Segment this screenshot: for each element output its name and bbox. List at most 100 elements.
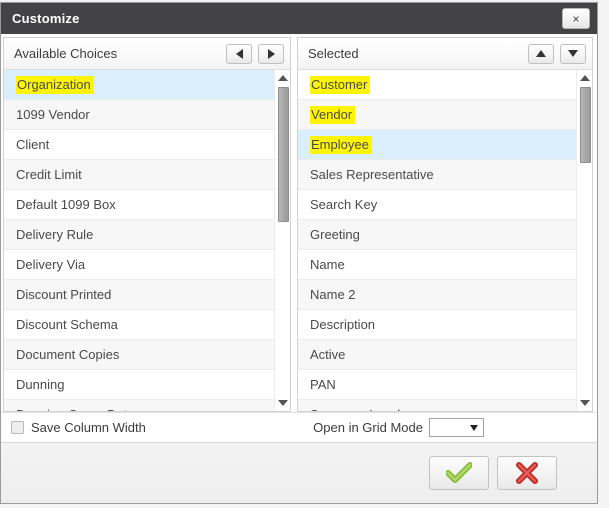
available-choice-row[interactable]: Client <box>4 130 274 160</box>
available-choice-row-label: Client <box>16 137 50 152</box>
dialog-title: Customize <box>12 11 80 26</box>
available-choice-row-label: Organization <box>16 76 94 94</box>
selected-field-row[interactable]: Vendor <box>298 100 576 130</box>
selected-field-row-label: Name <box>310 257 345 272</box>
available-choice-row[interactable]: Delivery Via <box>4 250 274 280</box>
chevron-down-icon <box>470 424 478 431</box>
selected-field-row[interactable]: Greeting <box>298 220 576 250</box>
available-scrollbar-thumb[interactable] <box>278 87 289 222</box>
selected-field-row[interactable]: Employee <box>298 130 576 160</box>
selected-field-row-label: Employee <box>310 136 372 154</box>
arrow-down-icon[interactable] <box>560 43 586 64</box>
triangle-left <box>235 48 243 59</box>
available-choice-row[interactable]: Dunning <box>4 370 274 400</box>
available-choice-row[interactable]: Discount Schema <box>4 310 274 340</box>
available-choices-list[interactable]: Organization 1099 Vendor Client Credit Limi… <box>4 70 274 411</box>
scroll-up-icon[interactable] <box>275 70 290 86</box>
triangle-down <box>580 400 590 406</box>
grid-mode-group: Open in Grid Mode <box>313 418 591 437</box>
selected-field-row-label: Sales Representative <box>310 167 434 182</box>
selected-field-row-label: PAN <box>310 377 336 392</box>
available-choice-row[interactable]: Document Copies <box>4 340 274 370</box>
available-choice-row-label: Dunning Grace Date <box>16 407 135 411</box>
triangle-up <box>278 75 288 81</box>
scroll-down-icon[interactable] <box>275 395 290 411</box>
selected-field-row-label: Name 2 <box>310 287 356 302</box>
selected-field-row-label: Greeting <box>310 227 360 242</box>
selected-title: Selected <box>308 46 359 61</box>
selected-list-wrap: Customer Vendor Employee Sales Representati… <box>298 70 592 411</box>
available-choice-row-label: Discount Schema <box>16 317 118 332</box>
triangle-up <box>536 50 546 57</box>
selected-panel: Selected Customer Vendor Employee Sales Rep… <box>297 37 593 412</box>
selected-move-buttons <box>528 43 586 64</box>
save-column-width-checkbox[interactable]: Save Column Width <box>11 420 146 435</box>
available-choices-header: Available Choices <box>4 38 290 70</box>
background-right-gutter <box>597 0 609 508</box>
arrow-up-icon[interactable] <box>528 43 554 64</box>
available-scrollbar[interactable] <box>274 70 290 411</box>
selected-field-row[interactable]: Summary Level <box>298 400 576 411</box>
available-choice-row[interactable]: Discount Printed <box>4 280 274 310</box>
available-choice-row-label: Document Copies <box>16 347 120 362</box>
available-choices-panel: Available Choices Organization 1099 Vendo… <box>3 37 291 412</box>
triangle-down <box>278 400 288 406</box>
check-icon <box>446 462 472 483</box>
arrow-right-icon[interactable] <box>258 43 284 64</box>
scroll-up-icon[interactable] <box>577 70 592 86</box>
available-choice-row[interactable]: Default 1099 Box <box>4 190 274 220</box>
selected-field-row-label: Search Key <box>310 197 378 212</box>
selected-field-row[interactable]: Search Key <box>298 190 576 220</box>
available-choice-row-label: Dunning <box>16 377 65 392</box>
available-choice-row[interactable]: Dunning Grace Date <box>4 400 274 411</box>
selected-field-row[interactable]: Name 2 <box>298 280 576 310</box>
available-choice-row-label: Default 1099 Box <box>16 197 116 212</box>
selected-scrollbar[interactable] <box>576 70 592 411</box>
grid-mode-select[interactable] <box>429 418 484 437</box>
dialog-body: Available Choices Organization 1099 Vendo… <box>1 34 597 412</box>
available-choice-row[interactable]: Organization <box>4 70 274 100</box>
checkbox-box[interactable] <box>11 421 24 434</box>
selected-field-row-label: Summary Level <box>310 407 400 411</box>
available-choice-row-label: Discount Printed <box>16 287 112 302</box>
selected-field-row-label: Vendor <box>310 106 356 124</box>
selected-field-row[interactable]: PAN <box>298 370 576 400</box>
selected-field-row-label: Active <box>310 347 346 362</box>
close-icon[interactable]: × <box>562 8 590 29</box>
selected-field-row-label: Customer <box>310 76 371 94</box>
selected-field-row-label: Description <box>310 317 376 332</box>
ok-button[interactable] <box>429 456 489 490</box>
selected-header: Selected <box>298 38 592 70</box>
options-bar: Save Column Width Open in Grid Mode <box>1 412 597 442</box>
selected-field-row[interactable]: Customer <box>298 70 576 100</box>
customize-dialog: Customize × Available Choices Organizati… <box>0 2 598 504</box>
triangle-up <box>580 75 590 81</box>
triangle-down <box>568 50 578 57</box>
available-choices-title: Available Choices <box>14 46 118 61</box>
arrow-left-icon[interactable] <box>226 43 252 64</box>
available-move-buttons <box>226 43 284 64</box>
dialog-footer <box>1 442 597 503</box>
grid-mode-label: Open in Grid Mode <box>313 420 423 435</box>
selected-field-row[interactable]: Active <box>298 340 576 370</box>
triangle-right <box>267 48 275 59</box>
available-choices-list-wrap: Organization 1099 Vendor Client Credit Limi… <box>4 70 290 411</box>
selected-field-row[interactable]: Sales Representative <box>298 160 576 190</box>
selected-list[interactable]: Customer Vendor Employee Sales Representati… <box>298 70 576 411</box>
save-column-width-label: Save Column Width <box>31 420 146 435</box>
available-choice-row-label: 1099 Vendor <box>16 107 90 122</box>
available-choice-row-label: Delivery Rule <box>16 227 94 242</box>
dialog-titlebar: Customize × <box>1 3 597 34</box>
cross-icon <box>516 462 538 484</box>
scroll-down-icon[interactable] <box>577 395 592 411</box>
selected-scrollbar-thumb[interactable] <box>580 87 591 163</box>
selected-field-row[interactable]: Description <box>298 310 576 340</box>
available-choice-row[interactable]: Credit Limit <box>4 160 274 190</box>
available-choice-row-label: Credit Limit <box>16 167 82 182</box>
available-choice-row[interactable]: 1099 Vendor <box>4 100 274 130</box>
selected-field-row[interactable]: Name <box>298 250 576 280</box>
available-choice-row-label: Delivery Via <box>16 257 86 272</box>
close-glyph: × <box>572 11 580 26</box>
available-choice-row[interactable]: Delivery Rule <box>4 220 274 250</box>
cancel-button[interactable] <box>497 456 557 490</box>
